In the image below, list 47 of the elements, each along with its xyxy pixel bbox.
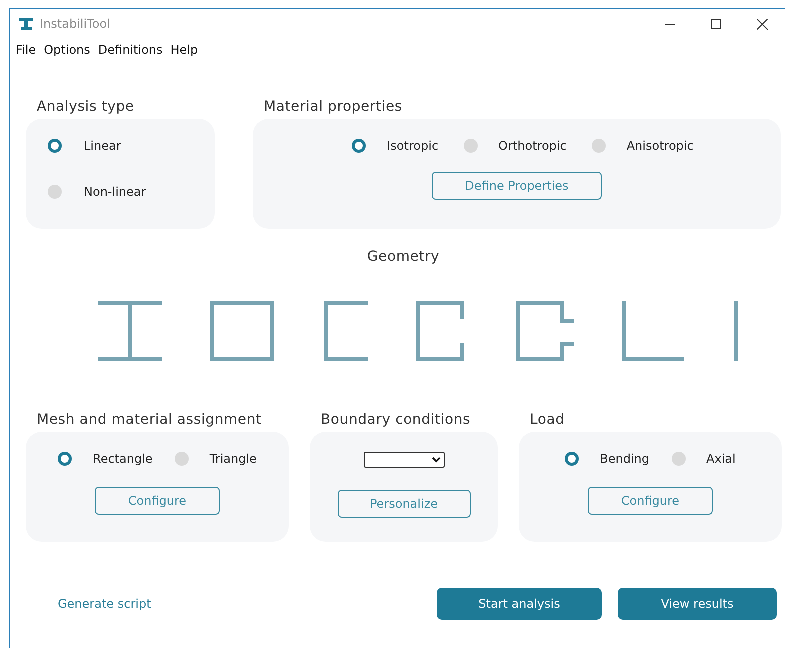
radio-button[interactable] xyxy=(464,139,478,153)
angle-section-icon[interactable] xyxy=(622,301,684,361)
box-section-icon[interactable] xyxy=(210,301,274,361)
menu-item[interactable]: File xyxy=(16,43,36,57)
radio-button[interactable] xyxy=(48,139,62,153)
radio-label: Bending xyxy=(600,452,650,466)
radio-button[interactable] xyxy=(672,452,686,466)
radio-button[interactable] xyxy=(174,452,189,466)
maximize-icon[interactable] xyxy=(711,19,721,29)
channel-section-icon[interactable] xyxy=(324,301,368,361)
app-logo-icon xyxy=(18,17,34,31)
radio-label: Axial xyxy=(706,452,736,466)
section-title: Mesh and material assignment xyxy=(36,411,263,428)
radio-button[interactable] xyxy=(352,139,366,153)
menu-item[interactable]: Help xyxy=(170,43,198,57)
section-title: Geometry xyxy=(366,249,441,265)
radio-button[interactable] xyxy=(48,185,62,199)
radio-label: Rectangle xyxy=(93,452,153,466)
section-title: Boundary conditions xyxy=(320,411,472,428)
chevron-down-icon xyxy=(432,457,440,463)
configure-button[interactable]: Configure xyxy=(588,487,713,515)
generate-script-link[interactable]: Generate script xyxy=(58,597,152,611)
radio-button[interactable] xyxy=(592,139,606,153)
section-title: Load xyxy=(529,411,566,428)
radio-button[interactable] xyxy=(58,452,72,466)
view-results-button[interactable]: View results xyxy=(618,588,777,620)
radio-label: Triangle xyxy=(210,452,257,466)
configure-button[interactable]: Configure xyxy=(95,487,220,515)
radio-button[interactable] xyxy=(565,452,580,466)
window-title: InstabiliTool xyxy=(40,17,110,31)
dropdown-field[interactable] xyxy=(364,452,444,468)
radio-label: Linear xyxy=(84,139,122,153)
section-title: Analysis type xyxy=(36,98,136,115)
radio-label: Anisotropic xyxy=(626,139,694,153)
menu-item[interactable]: Options xyxy=(44,43,90,57)
start-analysis-button[interactable]: Start analysis xyxy=(437,588,602,620)
radio-label: Isotropic xyxy=(387,139,439,153)
radio-label: Orthotropic xyxy=(498,139,567,153)
personalize-button[interactable]: Personalize xyxy=(338,490,470,518)
i-beam-section-icon[interactable] xyxy=(98,301,162,361)
close-icon[interactable] xyxy=(756,18,768,30)
lipped-channel-section-icon[interactable] xyxy=(416,301,464,361)
lipped-channel-section-icon[interactable] xyxy=(516,301,574,361)
menu-item[interactable]: Definitions xyxy=(98,43,163,57)
radio-label: Non-linear xyxy=(84,185,146,199)
section-title: Material properties xyxy=(263,98,404,115)
define-properties-button[interactable]: Define Properties xyxy=(432,172,602,200)
